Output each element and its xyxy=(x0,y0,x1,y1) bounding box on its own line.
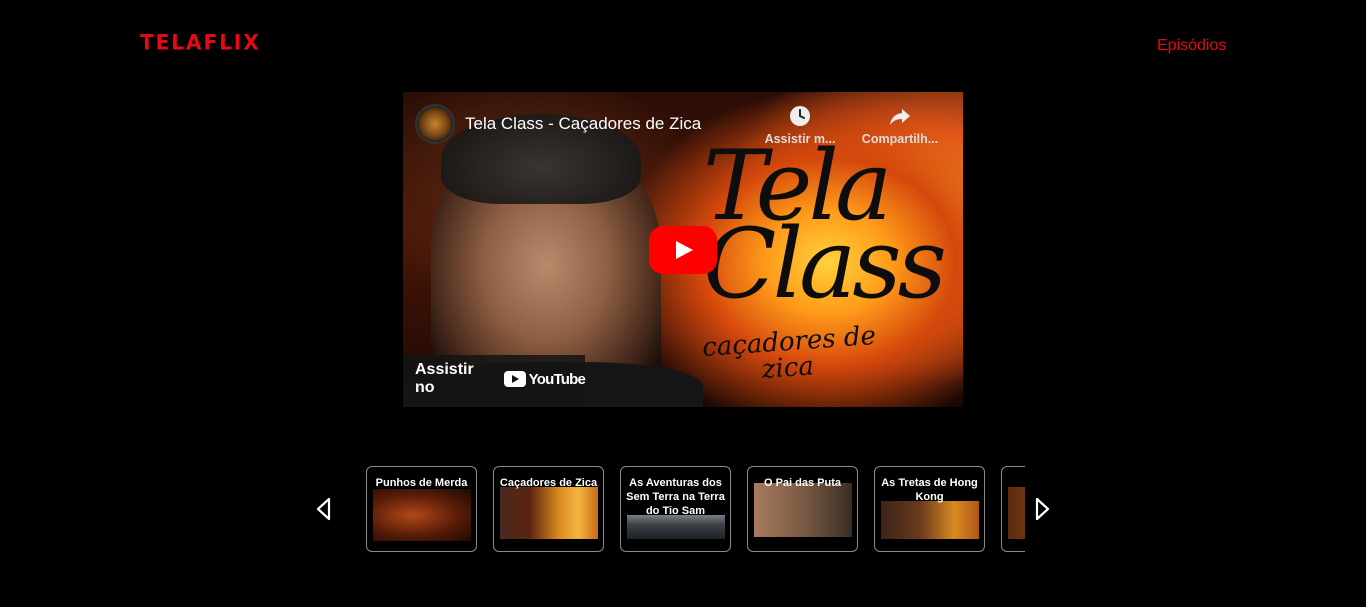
video-player[interactable]: Tela Class caçadores de zica Tela Class -… xyxy=(403,92,963,407)
episode-title: Caçadores de Zica xyxy=(499,477,598,489)
tela-class-logo-text: Tela Class xyxy=(703,130,947,320)
episode-title: As Aventuras dos Sem Terra na Terra do T… xyxy=(626,477,725,517)
telaflix-logo[interactable]: TELAFLIX xyxy=(140,29,261,54)
episode-thumbnail xyxy=(1008,487,1025,539)
episode-thumbnail xyxy=(373,489,471,541)
episode-thumbnail xyxy=(754,483,852,537)
carousel-prev-arrow-icon[interactable] xyxy=(314,496,334,522)
episode-card[interactable]: As Aventuras dos Sem Terra na Terra do T… xyxy=(620,466,731,552)
episode-title: O Pai das Puta xyxy=(763,477,842,489)
episode-thumbnail xyxy=(881,501,979,539)
episode-card[interactable]: As Tretas de Hong Kong xyxy=(874,466,985,552)
episode-thumbnail xyxy=(500,487,598,539)
youtube-play-icon xyxy=(503,371,526,387)
episode-thumbnail xyxy=(627,515,725,539)
episode-card[interactable] xyxy=(1001,466,1025,552)
channel-avatar[interactable] xyxy=(415,104,455,144)
share-button[interactable]: Compartilh... xyxy=(860,104,940,146)
play-icon xyxy=(676,241,693,259)
watch-on-youtube-button[interactable]: Assistir no YouTube xyxy=(403,355,586,403)
play-button[interactable] xyxy=(649,226,717,274)
watch-on-label: Assistir no xyxy=(415,361,474,396)
nav-episodes-link[interactable]: Episódios xyxy=(1157,37,1226,55)
watch-later-label: Assistir m... xyxy=(764,132,836,146)
episode-title: As Tretas de Hong Kong xyxy=(881,477,978,503)
youtube-logo: YouTube xyxy=(503,370,586,388)
share-arrow-icon xyxy=(890,109,910,125)
watch-later-button[interactable]: Assistir m... xyxy=(760,104,840,146)
clock-icon xyxy=(790,106,810,126)
cacadores-de-zica-art-text: caçadores de zica xyxy=(701,321,877,389)
episode-card[interactable]: O Pai das Puta xyxy=(747,466,858,552)
share-label: Compartilh... xyxy=(861,132,939,146)
youtube-wordmark: YouTube xyxy=(528,370,586,388)
tela-class-title-art: Tela Class caçadores de zica xyxy=(701,130,963,397)
episodes-track: Punhos de Merda Caçadores de Zica As Ave… xyxy=(366,466,1025,552)
episode-title xyxy=(1002,467,1025,476)
video-title[interactable]: Tela Class - Caçadores de Zica xyxy=(465,114,701,134)
episode-title: Punhos de Merda xyxy=(375,477,468,489)
episode-card[interactable]: Punhos de Merda xyxy=(366,466,477,552)
episodes-carousel: Punhos de Merda Caçadores de Zica As Ave… xyxy=(366,466,1025,552)
episode-card[interactable]: Caçadores de Zica xyxy=(493,466,604,552)
carousel-next-arrow-icon[interactable] xyxy=(1032,496,1052,522)
